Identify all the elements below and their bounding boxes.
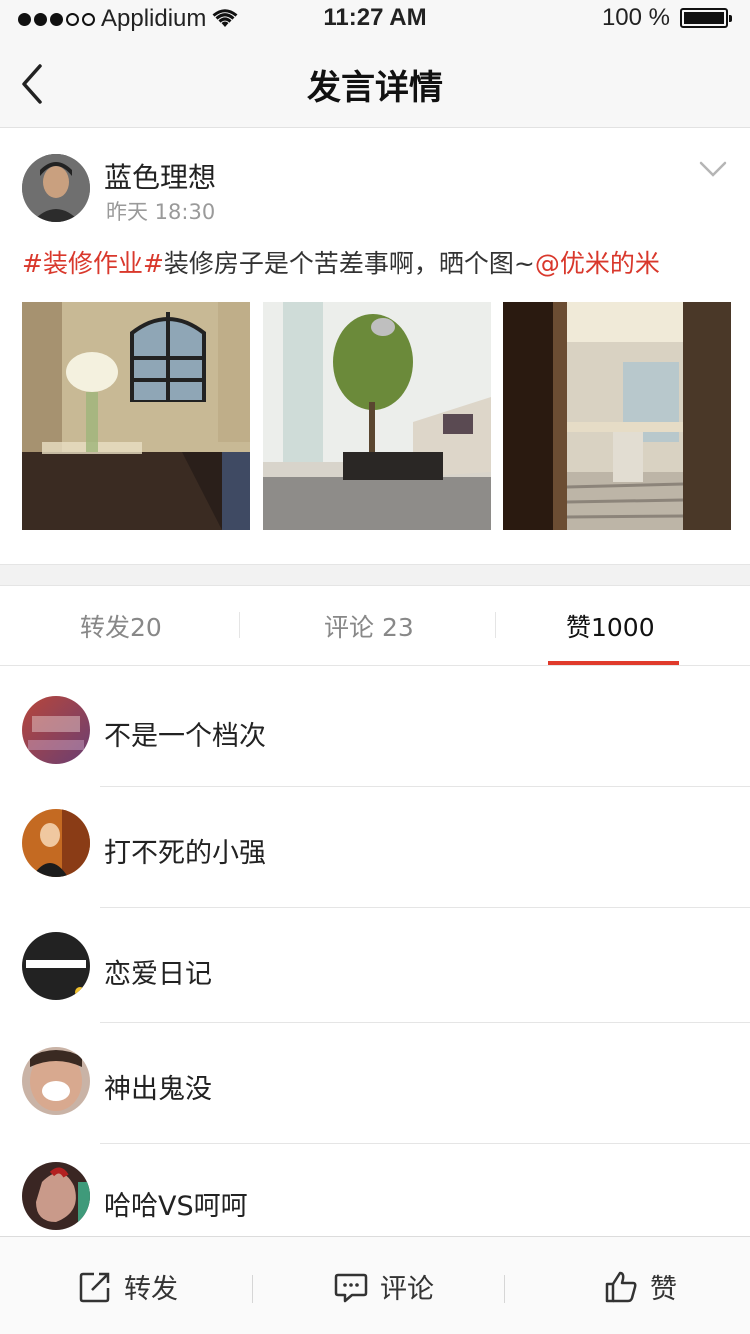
user-avatar[interactable] [22,1162,90,1230]
status-right: 100 % [601,4,732,32]
tab-comments[interactable]: 评论 23 [324,608,414,644]
user-name[interactable]: 哈哈VS呵呵 [104,1184,248,1223]
tab-reposts[interactable]: 转发20 [80,608,162,644]
battery-icon [680,8,732,28]
active-tab-indicator [548,661,679,665]
toolbar-divider [252,1275,253,1303]
author-avatar[interactable] [22,154,90,222]
toolbar-divider [504,1275,505,1303]
nav-bar: 发言详情 [0,40,750,128]
user-avatar[interactable] [22,696,90,764]
user-name[interactable]: 神出鬼没 [104,1067,212,1106]
status-bar: Applidium 11:27 AM 100 % [0,0,750,40]
list-item[interactable]: 打不死的小强 [0,787,750,908]
post-image-1[interactable] [22,302,250,530]
post-body: 装修房子是个苦差事啊，晒个图~ [163,249,535,278]
share-icon [79,1272,110,1302]
comment-icon [334,1273,368,1302]
post-time: 昨天 18:30 [106,200,216,224]
thumbs-up-icon [605,1271,637,1302]
repost-button[interactable]: 转发 [78,1267,178,1306]
post-image-3[interactable] [503,302,731,530]
user-name[interactable]: 打不死的小强 [104,831,266,870]
user-avatar[interactable] [22,809,90,877]
list-item[interactable]: 恋爱日记 [0,908,750,1028]
post-card: 蓝色理想 昨天 18:30 #装修作业#装修房子是个苦差事啊，晒个图~@优米的米 [0,128,750,564]
mention-link[interactable]: @优米的米 [535,249,660,278]
hashtag-link[interactable]: #装修作业# [22,249,164,278]
tab-likes[interactable]: 赞1000 [566,608,655,644]
tab-divider [495,612,496,638]
tab-bar: 转发20 评论 23 赞1000 [0,586,750,666]
section-divider [0,564,750,586]
battery-percent: 100 % [601,4,670,31]
user-avatar[interactable] [22,932,90,1000]
like-label: 赞 [650,1274,677,1305]
tab-divider [239,612,240,638]
page-title: 发言详情 [307,68,443,108]
repost-label: 转发 [124,1274,178,1305]
list-item[interactable]: 不是一个档次 [0,666,750,787]
user-name[interactable]: 恋爱日记 [104,952,212,991]
bottom-toolbar: 转发 评论 赞 [0,1236,750,1334]
list-item[interactable]: 神出鬼没 [0,1023,750,1144]
post-text: #装修作业#装修房子是个苦差事啊，晒个图~@优米的米 [22,244,660,280]
like-button[interactable]: 赞 [604,1267,677,1306]
user-avatar[interactable] [22,1047,90,1115]
chevron-down-icon[interactable] [698,158,728,180]
user-name[interactable]: 不是一个档次 [104,714,266,753]
comment-button[interactable]: 评论 [334,1267,434,1306]
comment-label: 评论 [380,1274,434,1305]
author-name[interactable]: 蓝色理想 [104,156,216,196]
post-image-2[interactable] [263,302,491,530]
